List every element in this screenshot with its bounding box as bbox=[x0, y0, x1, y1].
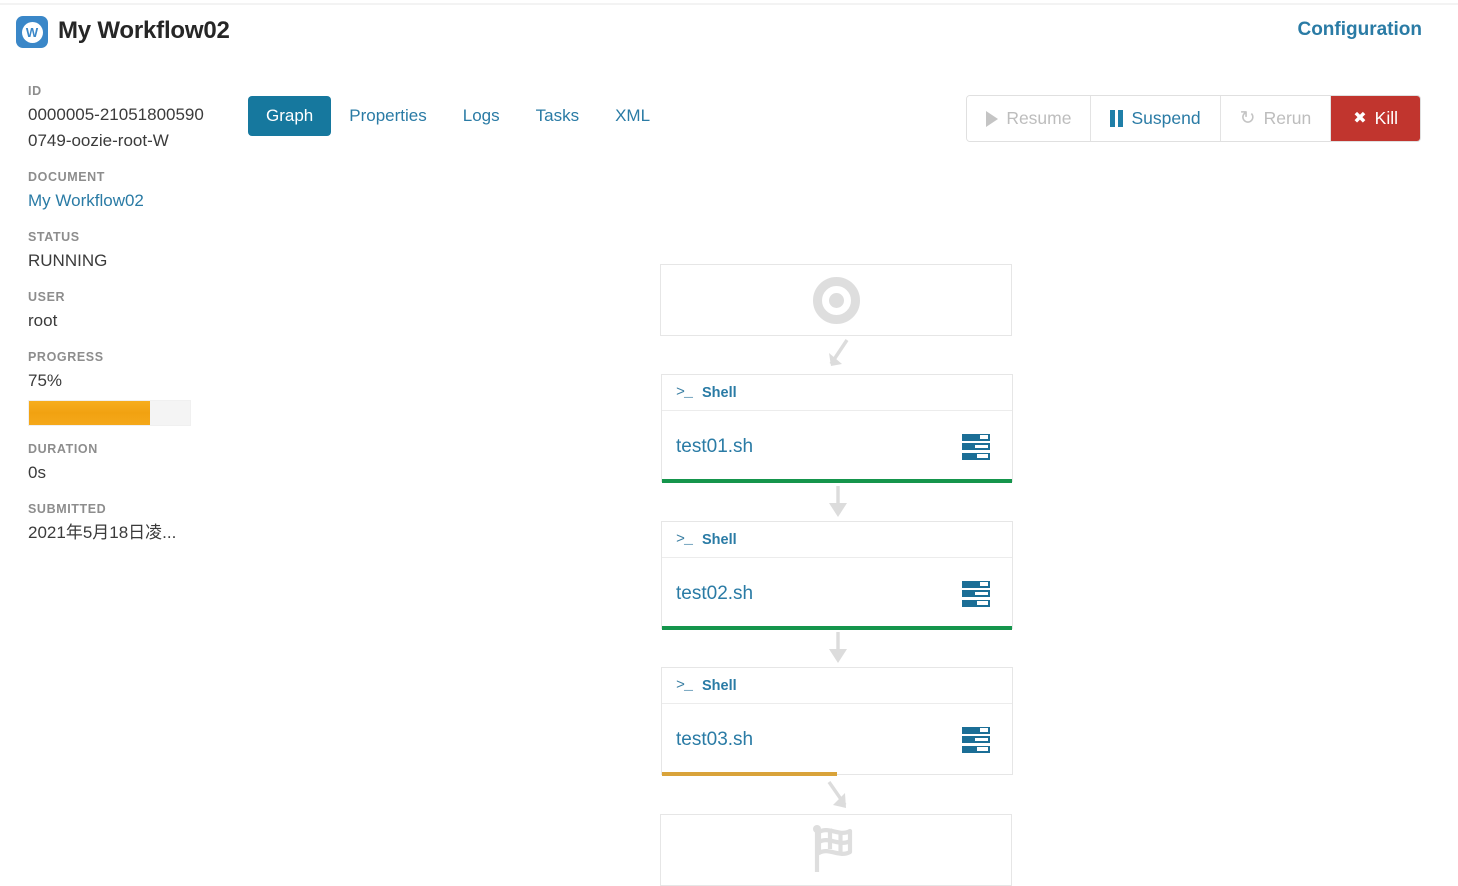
meta-value-document-link[interactable]: My Workflow02 bbox=[0, 188, 232, 214]
meta-field-id: ID 0000005-210518005900749-oozie-root-W bbox=[0, 84, 232, 154]
node-1-name-link[interactable]: test01.sh bbox=[676, 436, 753, 458]
node-2-kind-label: Shell bbox=[702, 532, 737, 548]
node-2-header: >_ Shell bbox=[662, 522, 1012, 558]
top-header-bar: W My Workflow02 Configuration bbox=[0, 0, 1458, 62]
meta-field-duration: DURATION 0s bbox=[0, 442, 232, 486]
graph-edge-arrow-2 bbox=[820, 483, 856, 525]
graph-start-node[interactable] bbox=[660, 264, 1012, 336]
node-3-kind-label: Shell bbox=[702, 678, 737, 694]
start-target-icon bbox=[813, 277, 860, 324]
node-2-body: test02.sh bbox=[662, 558, 1012, 629]
header-top-rule bbox=[0, 3, 1458, 5]
workflow-w-icon: W bbox=[16, 16, 48, 48]
progress-percent-text: 75% bbox=[0, 368, 232, 394]
meta-value-duration: 0s bbox=[0, 460, 232, 486]
graph-action-node-3[interactable]: >_ Shell test03.sh bbox=[661, 667, 1013, 775]
graph-action-node-1[interactable]: >_ Shell test01.sh bbox=[661, 374, 1013, 482]
meta-label-duration: DURATION bbox=[0, 442, 232, 456]
terminal-prompt-icon: >_ bbox=[676, 384, 692, 401]
main-content-panel: Graph Properties Logs Tasks XML Resume S… bbox=[232, 68, 1458, 869]
node-1-body: test01.sh bbox=[662, 411, 1012, 482]
page-title: My Workflow02 bbox=[58, 17, 230, 45]
node-3-header: >_ Shell bbox=[662, 668, 1012, 704]
meta-label-user: USER bbox=[0, 290, 232, 304]
meta-value-submitted: 2021年5月18日凌... bbox=[0, 520, 232, 546]
node-1-kind-label: Shell bbox=[702, 385, 737, 401]
status-badge: RUNNING bbox=[0, 248, 232, 274]
graph-edge-arrow-3 bbox=[820, 629, 856, 671]
meta-label-status: STATUS bbox=[0, 230, 232, 244]
meta-label-document: DOCUMENT bbox=[0, 170, 232, 184]
meta-label-progress: PROGRESS bbox=[0, 350, 232, 364]
workflow-graph-canvas: >_ Shell test01.sh >_ Shell test02.s bbox=[232, 68, 1458, 869]
logs-stack-icon[interactable] bbox=[962, 727, 990, 753]
meta-value-id: 0000005-210518005900749-oozie-root-W bbox=[0, 102, 232, 154]
meta-field-user: USER root bbox=[0, 290, 232, 334]
workflow-metadata-sidebar: ID 0000005-210518005900749-oozie-root-W … bbox=[0, 68, 232, 550]
meta-field-document: DOCUMENT My Workflow02 bbox=[0, 170, 232, 214]
checkered-flag-icon bbox=[807, 824, 865, 876]
terminal-prompt-icon: >_ bbox=[676, 531, 692, 548]
terminal-prompt-icon: >_ bbox=[676, 677, 692, 694]
node-2-name-link[interactable]: test02.sh bbox=[676, 583, 753, 605]
meta-field-submitted: SUBMITTED 2021年5月18日凌... bbox=[0, 502, 232, 546]
meta-label-id: ID bbox=[0, 84, 232, 98]
graph-end-node[interactable] bbox=[660, 814, 1012, 886]
logs-stack-icon[interactable] bbox=[962, 434, 990, 460]
configuration-link[interactable]: Configuration bbox=[1297, 19, 1422, 41]
node-3-name-link[interactable]: test03.sh bbox=[676, 729, 753, 751]
logs-stack-icon[interactable] bbox=[962, 581, 990, 607]
node-3-body: test03.sh bbox=[662, 704, 1012, 775]
graph-action-node-2[interactable]: >_ Shell test02.sh bbox=[661, 521, 1013, 629]
node-1-header: >_ Shell bbox=[662, 375, 1012, 411]
meta-field-progress: PROGRESS 75% bbox=[0, 350, 232, 426]
meta-label-submitted: SUBMITTED bbox=[0, 502, 232, 516]
progress-bar-track bbox=[28, 400, 191, 426]
graph-edge-arrow-1 bbox=[818, 336, 858, 378]
meta-field-status: STATUS RUNNING bbox=[0, 230, 232, 274]
meta-value-user: root bbox=[0, 308, 232, 334]
node-3-status-bar bbox=[662, 772, 837, 776]
progress-bar-fill bbox=[29, 401, 150, 425]
workflow-logo-letter: W bbox=[22, 22, 43, 43]
